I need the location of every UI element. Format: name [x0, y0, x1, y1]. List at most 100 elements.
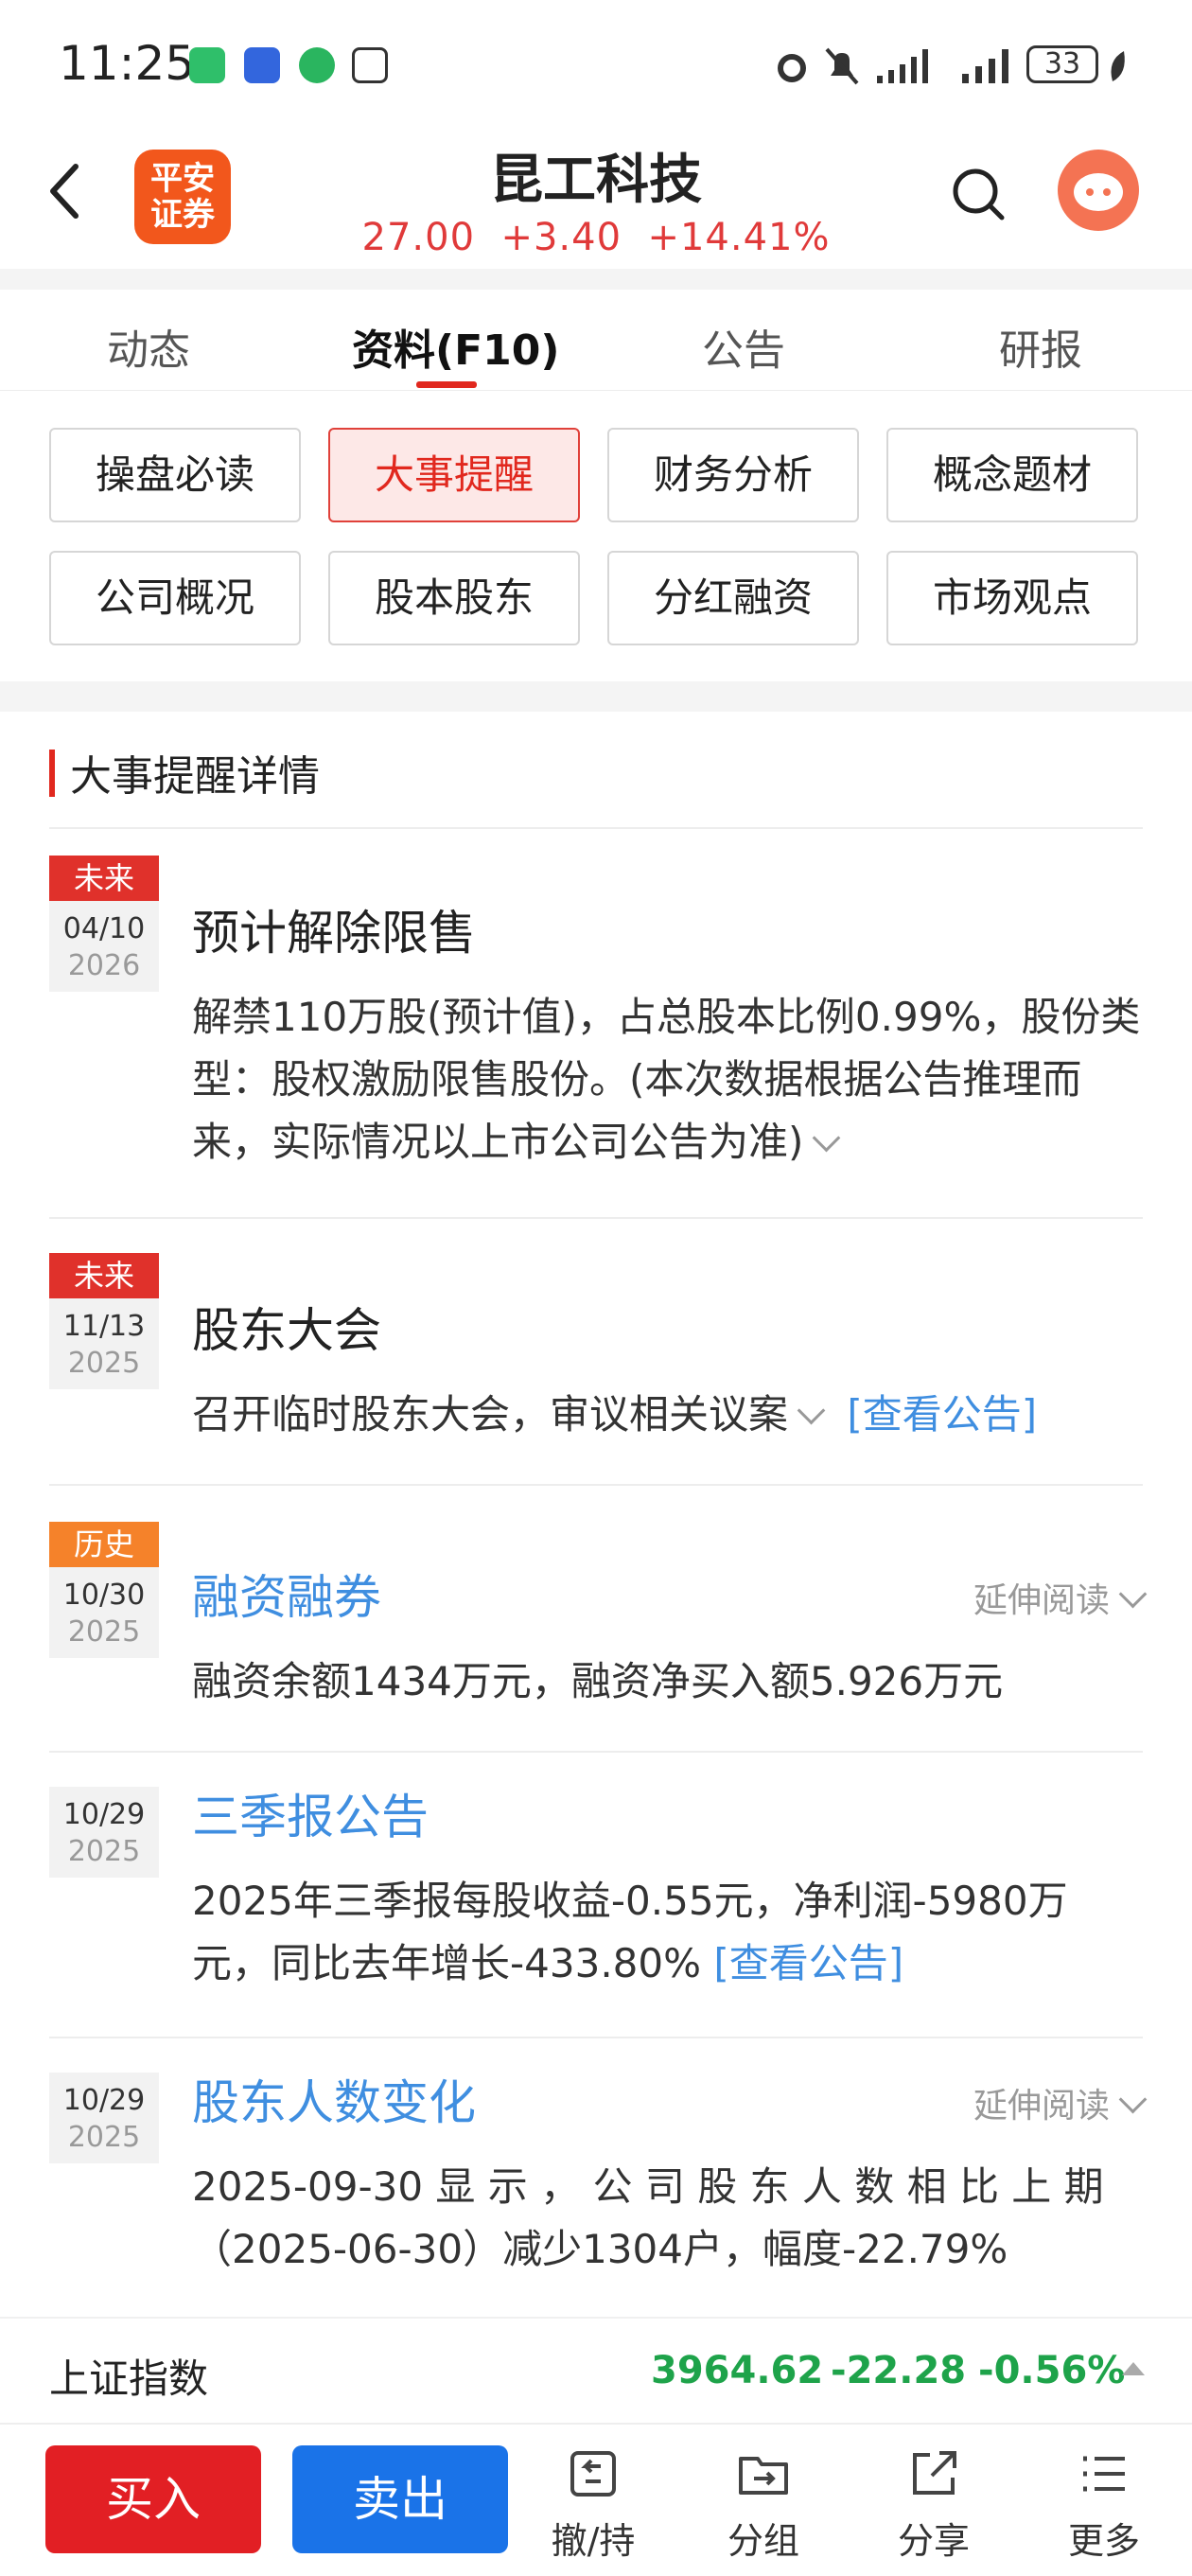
event-badge-future: 未来	[49, 856, 159, 901]
grid-shareholders[interactable]: 股本股东	[328, 551, 580, 645]
group-button[interactable]: 分组	[702, 2445, 825, 2564]
event-description[interactable]: 解禁110万股(预计值)，占总股本比例0.99%，股份类型：股权激励限售股份。(…	[192, 986, 1143, 1173]
view-announcement-link[interactable]: [查看公告]	[847, 1391, 1037, 1438]
divider	[49, 2037, 1143, 2038]
event-description: 召开临时股东大会，审议相关议案 [查看公告]	[192, 1384, 1143, 1446]
assistant-avatar[interactable]	[1058, 150, 1139, 231]
extended-reading-link[interactable]: 延伸阅读	[973, 1573, 1148, 1622]
signal-icon-1	[877, 49, 928, 83]
expand-chevron-icon[interactable]	[797, 1396, 826, 1425]
calendar-app-icon	[244, 47, 280, 83]
divider	[49, 1484, 1143, 1486]
event-title: 预计解除限售	[192, 906, 476, 961]
grid-concept-themes[interactable]: 概念题材	[886, 428, 1138, 522]
index-change: -22.28	[831, 2349, 967, 2392]
chevron-down-icon	[1118, 1579, 1148, 1609]
event-title: 股东大会	[192, 1303, 381, 1358]
event-month-day: 10/30	[62, 1579, 146, 1612]
event-title-link[interactable]: 融资融券	[192, 1560, 381, 1628]
event-year: 2026	[67, 949, 141, 982]
event-month-day: 04/10	[62, 912, 146, 945]
grid-company-overview[interactable]: 公司概况	[49, 551, 301, 645]
event-description: 2025-09-30 显 示 ， 公 司 股 东 人 数 相 比 上 期 （20…	[192, 2156, 1143, 2281]
more-button[interactable]: 更多	[1043, 2445, 1166, 2564]
hourglass-icon	[189, 47, 225, 83]
extended-reading-label: 延伸阅读	[973, 1581, 1110, 1620]
tool-label: 分组	[727, 2520, 799, 2562]
divider	[49, 827, 1143, 829]
expand-chevron-icon[interactable]	[813, 1123, 841, 1153]
index-percent: -0.56%	[978, 2349, 1126, 2392]
event-year: 2025	[67, 1615, 141, 1649]
grid-major-events[interactable]: 大事提醒	[328, 428, 580, 522]
divider	[49, 1751, 1143, 1753]
tab-active-indicator	[416, 381, 477, 388]
event-title-link[interactable]: 三季报公告	[192, 1779, 429, 1847]
tab-dynamics[interactable]: 动态	[107, 316, 190, 377]
event-description-line: 2025-09-30 显 示 ， 公 司 股 东 人 数 相 比 上 期	[192, 2163, 1104, 2210]
extended-reading-link[interactable]: 延伸阅读	[973, 2078, 1148, 2127]
section-title: 大事提醒详情	[70, 752, 320, 801]
event-description-text: 2025年三季报每股收益-0.55元，净利润-5980万元，同比去年增长-433…	[192, 1878, 1068, 1986]
divider	[49, 1217, 1143, 1219]
tab-announcements[interactable]: 公告	[702, 316, 785, 377]
battery-icon: 33	[1026, 45, 1098, 83]
nfc-icon	[352, 47, 388, 83]
withdraw-hold-button[interactable]: 撤/持	[532, 2445, 655, 2564]
event-title-link[interactable]: 股东人数变化	[192, 2065, 476, 2133]
section-accent-bar	[49, 750, 55, 797]
signal-icon-2	[962, 49, 1008, 83]
expand-up-icon[interactable]	[1122, 2362, 1145, 2375]
tab-bar: 动态 资料(F10) 公告 研报	[0, 290, 1192, 391]
sell-button[interactable]: 卖出	[292, 2445, 508, 2553]
event-date: 11/13 2025	[49, 1298, 159, 1389]
menu-icon	[1083, 2456, 1125, 2492]
wechat-icon	[299, 47, 335, 83]
event-description-text: 解禁110万股(预计值)，占总股本比例0.99%，股份类型：股权激励限售股份。(…	[192, 994, 1141, 1165]
folder-icon	[739, 2457, 788, 2495]
event-year: 2025	[67, 1347, 141, 1380]
stock-name: 昆工科技	[490, 150, 702, 211]
grid-financial-analysis[interactable]: 财务分析	[607, 428, 859, 522]
grid-market-views[interactable]: 市场观点	[886, 551, 1138, 645]
chat-bubble-icon	[1074, 173, 1123, 211]
event-badge-history: 历史	[49, 1522, 159, 1567]
event-description: 融资余额1434万元，融资净买入额5.926万元	[192, 1658, 1004, 1704]
event-month-day: 10/29	[62, 1798, 146, 1831]
event-date: 10/29 2025	[49, 1787, 159, 1878]
buy-button[interactable]: 买入	[45, 2445, 261, 2553]
status-bar: 11:25 33	[0, 0, 1192, 132]
market-index-bar[interactable]: 上证指数 3964.62 -22.28 -0.56%	[0, 2317, 1192, 2421]
event-date: 04/10 2026	[49, 901, 159, 992]
withdraw-icon	[570, 2451, 616, 2497]
event-description: 2025年三季报每股收益-0.55元，净利润-5980万元，同比去年增长-433…	[192, 1870, 1143, 1995]
leaf-icon	[1111, 51, 1125, 81]
event-date: 10/29 2025	[49, 2073, 159, 2163]
status-time: 11:25	[59, 36, 196, 91]
view-announcement-link[interactable]: [查看公告]	[713, 1940, 903, 1986]
extended-reading-label: 延伸阅读	[973, 2087, 1110, 2126]
tab-research[interactable]: 研报	[999, 316, 1082, 377]
share-button[interactable]: 分享	[872, 2445, 995, 2564]
tool-label: 撤/持	[551, 2520, 636, 2562]
tab-profile[interactable]: 资料(F10)	[352, 316, 560, 377]
chevron-down-icon	[1118, 2085, 1148, 2114]
event-description-text: 召开临时股东大会，审议相关议案	[192, 1391, 789, 1438]
event-month-day: 11/13	[62, 1310, 146, 1343]
grid-trading-must-read[interactable]: 操盘必读	[49, 428, 301, 522]
search-icon[interactable]	[951, 167, 1006, 221]
event-description-line: （2025-06-30）减少1304户，幅度-22.79%	[192, 2226, 1008, 2272]
index-name: 上证指数	[49, 2355, 209, 2402]
share-icon	[913, 2451, 956, 2495]
event-badge-future: 未来	[49, 1253, 159, 1298]
tool-label: 更多	[1067, 2520, 1140, 2562]
tool-label: 分享	[897, 2520, 970, 2562]
grid-dividends-financing[interactable]: 分红融资	[607, 551, 859, 645]
header-separator	[0, 269, 1192, 290]
alarm-icon	[778, 54, 806, 82]
event-date: 10/30 2025	[49, 1567, 159, 1658]
mute-icon	[825, 47, 859, 85]
event-year: 2025	[67, 1835, 141, 1868]
event-year: 2025	[67, 2121, 141, 2154]
event-month-day: 10/29	[62, 2084, 146, 2117]
